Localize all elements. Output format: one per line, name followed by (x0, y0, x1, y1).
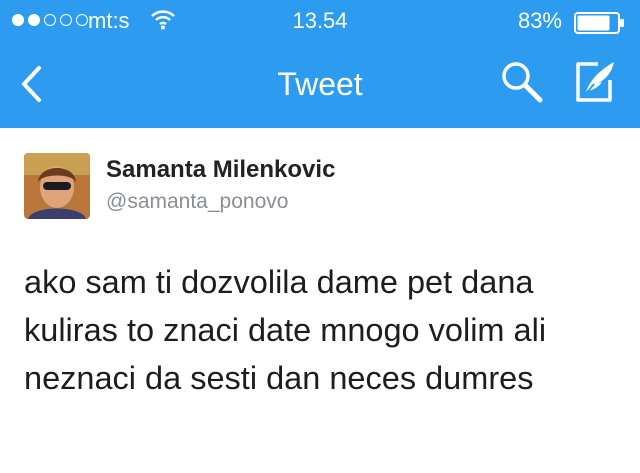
search-icon[interactable] (498, 58, 546, 111)
nav-bar: Tweet (0, 44, 640, 128)
status-bar: mt:s 13.54 83% (0, 0, 640, 44)
battery-icon (574, 12, 626, 34)
avatar[interactable] (24, 153, 90, 219)
battery-percent: 83% (517, 8, 562, 33)
author-handle[interactable]: @samanta_ponovo (106, 190, 288, 214)
compose-icon[interactable] (572, 58, 620, 111)
app-header: mt:s 13.54 83% Tweet (0, 0, 640, 128)
tweet-text: ako sam ti dozvolila dame pet dana kulir… (24, 264, 547, 396)
author-name[interactable]: Samanta Milenkovic (106, 156, 335, 184)
